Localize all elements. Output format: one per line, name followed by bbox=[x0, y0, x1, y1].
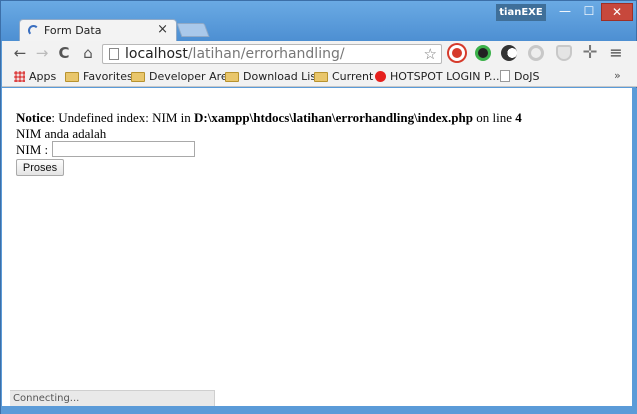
bookmark-favorites[interactable]: Favorites bbox=[65, 69, 133, 85]
bookmark-label: Apps bbox=[29, 70, 57, 83]
tab-close-button[interactable]: × bbox=[157, 22, 168, 37]
title-bar: Form Data × tianEXE — ☐ ✕ bbox=[1, 1, 636, 41]
forward-button[interactable]: → bbox=[33, 44, 51, 62]
url-path: /latihan/errorhandling/ bbox=[187, 46, 345, 62]
apps-grid-icon bbox=[14, 71, 25, 82]
loading-spinner-icon bbox=[28, 25, 39, 36]
document-icon bbox=[500, 70, 510, 82]
bookmark-developer-area[interactable]: Developer Area bbox=[131, 69, 234, 85]
result-text: NIM anda adalah bbox=[16, 126, 107, 141]
url-host: localhost bbox=[125, 46, 188, 62]
reload-button[interactable]: C bbox=[55, 44, 73, 62]
folder-icon bbox=[131, 72, 145, 82]
chrome-menu-icon[interactable]: ≡ bbox=[608, 45, 624, 61]
bookmark-dojs[interactable]: DoJS bbox=[500, 69, 539, 85]
browser-window: Form Data × tianEXE — ☐ ✕ ← → C ⌂ localh… bbox=[0, 0, 637, 414]
bookmark-label: DoJS bbox=[514, 70, 540, 83]
home-button[interactable]: ⌂ bbox=[79, 44, 97, 62]
tab-form-data[interactable]: Form Data × bbox=[19, 19, 177, 41]
folder-icon bbox=[65, 72, 79, 82]
minimize-button[interactable]: — bbox=[553, 3, 577, 21]
url-text[interactable]: localhost/latihan/errorhandling/ bbox=[125, 46, 345, 62]
bookmark-apps[interactable]: Apps bbox=[14, 69, 56, 85]
bookmark-label: HOTSPOT LOGIN P... bbox=[390, 70, 500, 83]
back-button[interactable]: ← bbox=[11, 44, 29, 62]
bookmark-star-icon[interactable]: ☆ bbox=[424, 45, 437, 63]
shield-extension-icon[interactable] bbox=[556, 45, 572, 61]
speedometer-extension-icon[interactable] bbox=[475, 45, 491, 61]
page-icon bbox=[109, 48, 119, 60]
address-bar[interactable]: localhost/latihan/errorhandling/ ☆ bbox=[102, 44, 442, 64]
bookmark-download-list[interactable]: Download List bbox=[225, 69, 320, 85]
notice-text: : Undefined index: NIM in bbox=[51, 110, 194, 125]
page-content: Notice: Undefined index: NIM in D:\xampp… bbox=[2, 88, 632, 406]
red-dot-icon bbox=[375, 71, 386, 82]
notice-label: Notice bbox=[16, 110, 52, 125]
bookmarks-overflow-chevron-icon[interactable]: » bbox=[614, 69, 621, 82]
nim-label: NIM : bbox=[16, 142, 49, 157]
notice-line-number: 4 bbox=[515, 110, 522, 125]
bookmark-label: Developer Area bbox=[149, 70, 235, 83]
moon-extension-icon[interactable] bbox=[501, 45, 517, 61]
notice-text-line: on line bbox=[472, 110, 516, 125]
user-profile-badge[interactable]: tianEXE bbox=[496, 4, 546, 21]
maximize-button[interactable]: ☐ bbox=[577, 3, 601, 21]
bookmark-current[interactable]: Current bbox=[314, 69, 373, 85]
bookmark-hotspot-login[interactable]: HOTSPOT LOGIN P... bbox=[375, 69, 499, 85]
window-right-border bbox=[632, 88, 637, 414]
folder-icon bbox=[225, 72, 239, 82]
circle-extension-icon[interactable] bbox=[528, 45, 544, 61]
close-window-button[interactable]: ✕ bbox=[601, 3, 633, 21]
bookmarks-bar: Apps Favorites Developer Area Download L… bbox=[2, 67, 637, 87]
nim-input[interactable] bbox=[52, 141, 195, 157]
status-bar: Connecting... bbox=[10, 390, 215, 406]
bookmark-label: Favorites bbox=[83, 70, 133, 83]
crosshair-extension-icon[interactable]: ✛ bbox=[582, 44, 598, 62]
window-bottom-border bbox=[1, 408, 637, 414]
folder-icon bbox=[314, 72, 328, 82]
notice-file-path: D:\xampp\htdocs\latihan\errorhandling\in… bbox=[194, 110, 473, 125]
bookmark-label: Current bbox=[332, 70, 374, 83]
tab-title: Form Data bbox=[44, 24, 102, 37]
new-tab-button[interactable] bbox=[176, 23, 210, 37]
php-notice: Notice: Undefined index: NIM in D:\xampp… bbox=[16, 110, 522, 126]
proses-button[interactable]: Proses bbox=[16, 159, 64, 176]
record-extension-icon[interactable] bbox=[449, 45, 465, 61]
bookmark-label: Download List bbox=[243, 70, 321, 83]
